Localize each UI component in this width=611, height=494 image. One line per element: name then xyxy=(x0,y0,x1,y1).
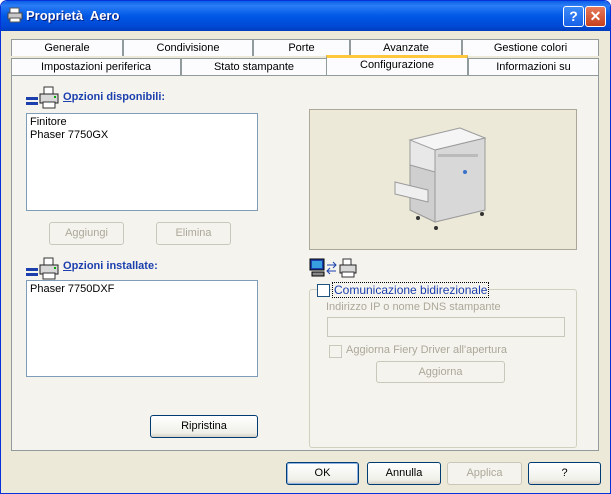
restore-button[interactable]: Ripristina xyxy=(150,415,258,438)
ok-button[interactable]: OK xyxy=(286,462,359,485)
tab-gestione-colori[interactable]: Gestione colori xyxy=(462,39,599,56)
tab-impostazioni-periferica[interactable]: Impostazioni periferica xyxy=(11,58,181,75)
available-options-label: Opzioni disponibili: xyxy=(63,91,166,103)
installed-options-label: Opzioni installate: xyxy=(63,260,158,272)
remove-button[interactable]: Elimina xyxy=(156,222,231,245)
cancel-button[interactable]: Annulla xyxy=(367,462,441,485)
close-button[interactable]: ✕ xyxy=(585,6,606,27)
tab-generale[interactable]: Generale xyxy=(11,39,123,56)
update-button[interactable]: Aggiorna xyxy=(376,361,505,383)
available-options-list[interactable]: Finitore Phaser 7750GX xyxy=(26,113,258,211)
installed-options-list[interactable]: Phaser 7750DXF xyxy=(26,280,258,377)
tab-avanzate[interactable]: Avanzate xyxy=(350,39,462,56)
configurazione-panel: Opzioni disponibili: Finitore Phaser 775… xyxy=(11,75,599,451)
tab-informazioni-su[interactable]: Informazioni su xyxy=(468,58,599,75)
fiery-update-label: Aggiorna Fiery Driver all'apertura xyxy=(346,344,508,356)
printer-image xyxy=(394,127,487,230)
list-item[interactable]: Finitore xyxy=(30,116,254,129)
ip-address-label: Indirizzo IP o nome DNS stampante xyxy=(326,301,501,313)
printer-list-icon xyxy=(26,86,59,109)
tab-porte[interactable]: Porte xyxy=(253,39,350,56)
help-button[interactable]: ? xyxy=(528,462,601,485)
add-button[interactable]: Aggiungi xyxy=(49,222,124,245)
window-title: Proprietà Aero xyxy=(26,8,120,23)
list-item[interactable]: Phaser 7750GX xyxy=(30,129,254,142)
properties-dialog: Proprietà Aero ? ✕ Generale Condivisione… xyxy=(0,0,611,494)
bidirectional-checkbox-label[interactable]: Comunicazione bidirezionale xyxy=(332,282,490,298)
apply-button[interactable]: Applica xyxy=(447,462,522,485)
tab-stato-stampante[interactable]: Stato stampante xyxy=(181,58,327,75)
list-item[interactable]: Phaser 7750DXF xyxy=(30,283,254,296)
bidirectional-communication-icon xyxy=(309,258,357,278)
tab-configurazione[interactable]: Configurazione xyxy=(326,55,468,75)
printer-icon xyxy=(7,7,23,23)
printer-installed-icon xyxy=(26,257,59,280)
bidirectional-checkbox[interactable] xyxy=(317,284,330,297)
help-title-button[interactable]: ? xyxy=(563,6,584,27)
printer-preview xyxy=(309,109,577,250)
tab-condivisione[interactable]: Condivisione xyxy=(123,39,253,56)
title-bar[interactable]: Proprietà Aero ? ✕ xyxy=(1,1,610,31)
fiery-update-checkbox[interactable] xyxy=(329,345,342,358)
ip-address-field[interactable] xyxy=(327,317,565,337)
